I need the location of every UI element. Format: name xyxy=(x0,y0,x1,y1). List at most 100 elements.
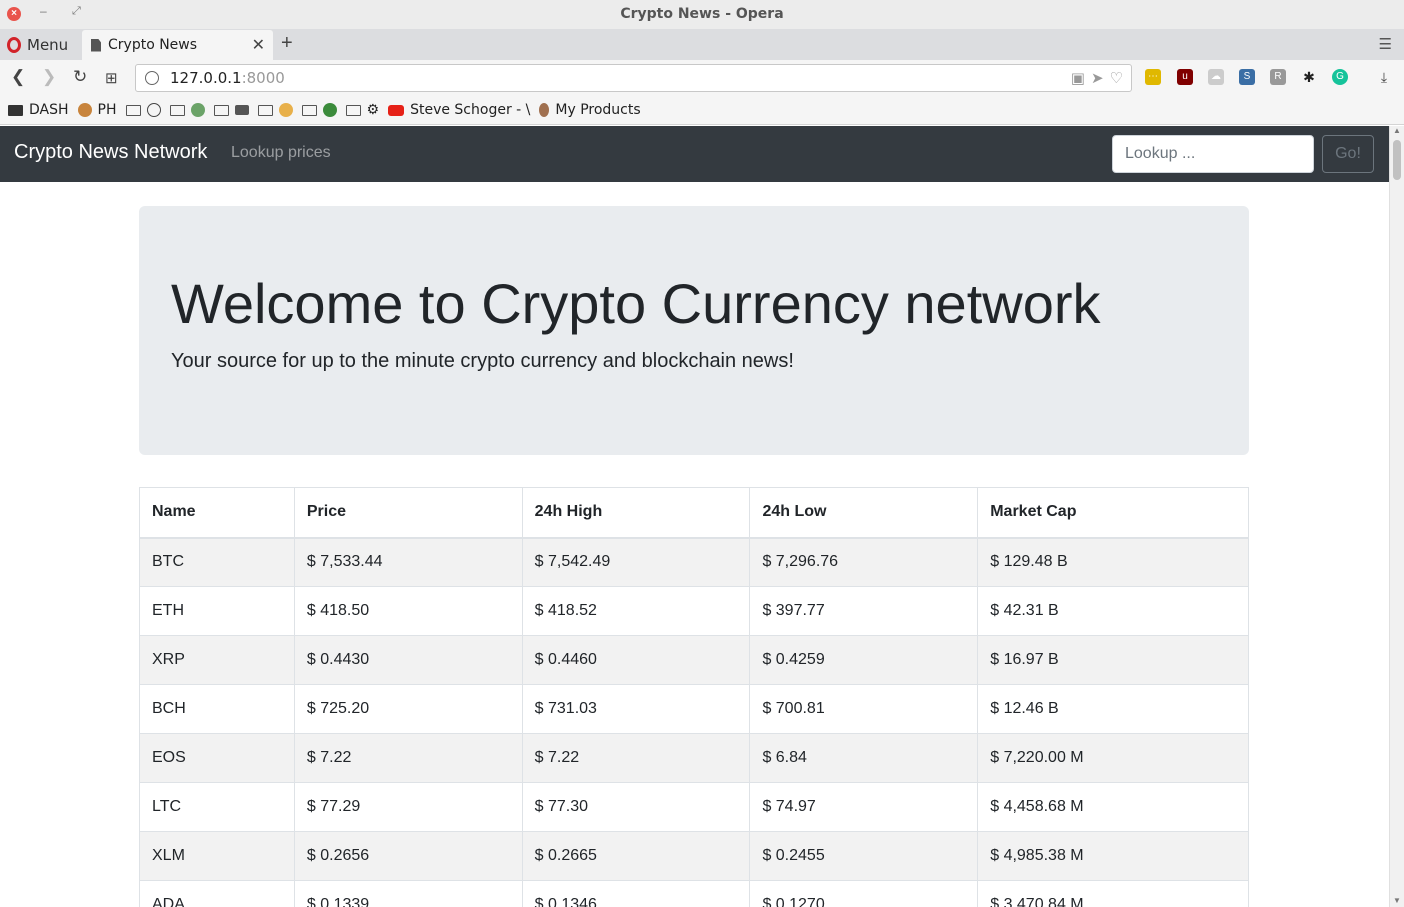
cube-icon[interactable]: ▣ xyxy=(1071,69,1085,87)
cell-name: ADA xyxy=(139,880,295,907)
url-host: 127.0.0.1 xyxy=(170,69,242,87)
folder-icon xyxy=(257,104,273,116)
ph-icon xyxy=(77,103,92,117)
page-viewport: Crypto News Network Lookup prices Go! We… xyxy=(0,126,1389,907)
cell-24h-high: $ 7.22 xyxy=(521,733,751,783)
bookmark-folder-6[interactable]: ⚙ xyxy=(345,102,379,118)
cell-24h-high: $ 418.52 xyxy=(521,586,751,636)
url-field[interactable]: 127.0.0.1:8000 ▣ ➤ ♡ xyxy=(135,64,1132,92)
globe-icon xyxy=(322,103,337,117)
back-icon[interactable]: ❮ xyxy=(11,67,25,87)
cell-name: LTC xyxy=(139,782,295,832)
header-price: Price xyxy=(293,487,523,539)
cell-market-cap: $ 3,470.84 M xyxy=(977,880,1249,907)
cell-24h-high: $ 731.03 xyxy=(521,684,751,734)
cell-price: $ 0.1339 xyxy=(293,880,523,907)
speed-dial-icon[interactable]: ⊞ xyxy=(105,69,118,87)
cell-24h-low: $ 397.77 xyxy=(749,586,979,636)
prices-table-body: BTC $ 7,533.44 $ 7,542.49 $ 7,296.76 $ 129.4… xyxy=(139,537,1249,907)
url-port: :8000 xyxy=(241,69,285,87)
send-icon[interactable]: ➤ xyxy=(1091,69,1104,87)
laptop-icon xyxy=(234,105,249,115)
products-icon xyxy=(539,103,550,117)
hand-icon xyxy=(278,103,293,117)
folder-icon xyxy=(345,104,361,116)
new-tab-button[interactable]: + xyxy=(281,32,293,55)
extension-cloud-icon[interactable]: ☁ xyxy=(1208,69,1224,85)
table-row: XRP $ 0.4430 $ 0.4460 $ 0.4259 $ 16.97 B xyxy=(139,635,1249,685)
extension-messages-icon[interactable]: ⋯ xyxy=(1145,69,1161,85)
cell-price: $ 7,533.44 xyxy=(293,537,523,587)
cell-price: $ 0.4430 xyxy=(293,635,523,685)
page-scrollbar[interactable]: ▲ ▼ xyxy=(1389,126,1404,907)
reload-icon[interactable]: ↻ xyxy=(73,67,87,87)
tab-close-icon[interactable]: ✕ xyxy=(252,35,265,54)
prices-table-header: Name Price 24h High 24h Low Market Cap xyxy=(139,487,1249,539)
cell-24h-low: $ 0.1270 xyxy=(749,880,979,907)
extension-r-icon[interactable]: R xyxy=(1270,69,1286,85)
bookmark-folder-2[interactable] xyxy=(169,103,205,117)
tab-menu-icon[interactable]: ☰ xyxy=(1379,35,1392,53)
cell-24h-low: $ 6.84 xyxy=(749,733,979,783)
bookmark-dash[interactable]: DASH xyxy=(8,102,69,118)
navbar-brand[interactable]: Crypto News Network xyxy=(14,141,207,164)
cell-price: $ 725.20 xyxy=(293,684,523,734)
site-navbar: Crypto News Network Lookup prices Go! xyxy=(0,126,1389,182)
table-row: BTC $ 7,533.44 $ 7,542.49 $ 7,296.76 $ 129.4… xyxy=(139,537,1249,587)
window-title: Crypto News - Opera xyxy=(620,6,784,22)
bookmark-my-products[interactable]: My Products xyxy=(539,102,641,118)
cell-market-cap: $ 7,220.00 M xyxy=(977,733,1249,783)
address-bar-row: ❮ ❯ ↻ ⊞ 127.0.0.1:8000 ▣ ➤ ♡ ⋯ u ☁ S R ✱… xyxy=(0,60,1404,96)
cell-24h-high: $ 0.2665 xyxy=(521,831,751,881)
bookmark-label: PH xyxy=(97,102,117,118)
grammarly-icon[interactable]: G xyxy=(1332,69,1348,85)
bookmark-label: DASH xyxy=(29,102,69,118)
hero-lead: Your source for up to the minute crypto … xyxy=(171,350,794,372)
scrollbar-thumb[interactable] xyxy=(1393,140,1401,180)
folder-icon xyxy=(169,104,185,116)
header-24h-low: 24h Low xyxy=(749,487,979,539)
header-name: Name xyxy=(139,487,295,539)
hero-jumbotron: Welcome to Crypto Currency network Your … xyxy=(139,206,1249,455)
tab-crypto-news[interactable]: Crypto News ✕ xyxy=(82,30,273,60)
folder-icon xyxy=(301,104,317,116)
go-button[interactable]: Go! xyxy=(1322,135,1374,173)
downloads-icon[interactable]: ⤓ xyxy=(1376,69,1392,85)
bookmark-folder-1[interactable] xyxy=(125,103,161,117)
cell-price: $ 418.50 xyxy=(293,586,523,636)
window-titlebar: × – ⤢ Crypto News - Opera xyxy=(0,0,1404,29)
bookmark-folder-5[interactable] xyxy=(301,103,337,117)
sick-face-icon xyxy=(190,103,205,117)
cell-name: XRP xyxy=(139,635,295,685)
cell-name: EOS xyxy=(139,733,295,783)
cell-24h-high: $ 0.1346 xyxy=(521,880,751,907)
table-row: EOS $ 7.22 $ 7.22 $ 6.84 $ 7,220.00 M xyxy=(139,733,1249,783)
nav-link-lookup-prices[interactable]: Lookup prices xyxy=(231,144,331,162)
scroll-up-icon[interactable]: ▲ xyxy=(1393,126,1401,135)
extension-s-icon[interactable]: S xyxy=(1239,69,1255,85)
extension-paw-icon[interactable]: ✱ xyxy=(1301,69,1317,85)
tab-title: Crypto News xyxy=(108,37,198,53)
bookmark-ph[interactable]: PH xyxy=(77,102,117,118)
cell-name: BCH xyxy=(139,684,295,734)
forward-icon[interactable]: ❯ xyxy=(42,67,56,87)
ublock-icon[interactable]: u xyxy=(1177,69,1193,85)
cell-price: $ 7.22 xyxy=(293,733,523,783)
heart-icon[interactable]: ♡ xyxy=(1110,69,1123,87)
cell-24h-low: $ 7,296.76 xyxy=(749,537,979,587)
bookmark-folder-3[interactable] xyxy=(213,104,249,116)
site-info-icon[interactable] xyxy=(145,71,159,85)
bookmark-folder-4[interactable] xyxy=(257,103,293,117)
cell-24h-low: $ 0.4259 xyxy=(749,635,979,685)
header-market-cap: Market Cap xyxy=(977,487,1249,539)
cell-name: XLM xyxy=(139,831,295,881)
cell-24h-high: $ 0.4460 xyxy=(521,635,751,685)
cell-market-cap: $ 4,985.38 M xyxy=(977,831,1249,881)
scroll-down-icon[interactable]: ▼ xyxy=(1393,896,1401,905)
cell-price: $ 77.29 xyxy=(293,782,523,832)
opera-menu-button[interactable]: Menu xyxy=(0,29,80,60)
tab-strip: Menu Crypto News ✕ + ☰ xyxy=(0,29,1404,60)
bookmark-steve-schoger[interactable]: Steve Schoger - \ xyxy=(388,102,530,118)
cell-24h-low: $ 74.97 xyxy=(749,782,979,832)
lookup-input[interactable] xyxy=(1112,135,1314,173)
